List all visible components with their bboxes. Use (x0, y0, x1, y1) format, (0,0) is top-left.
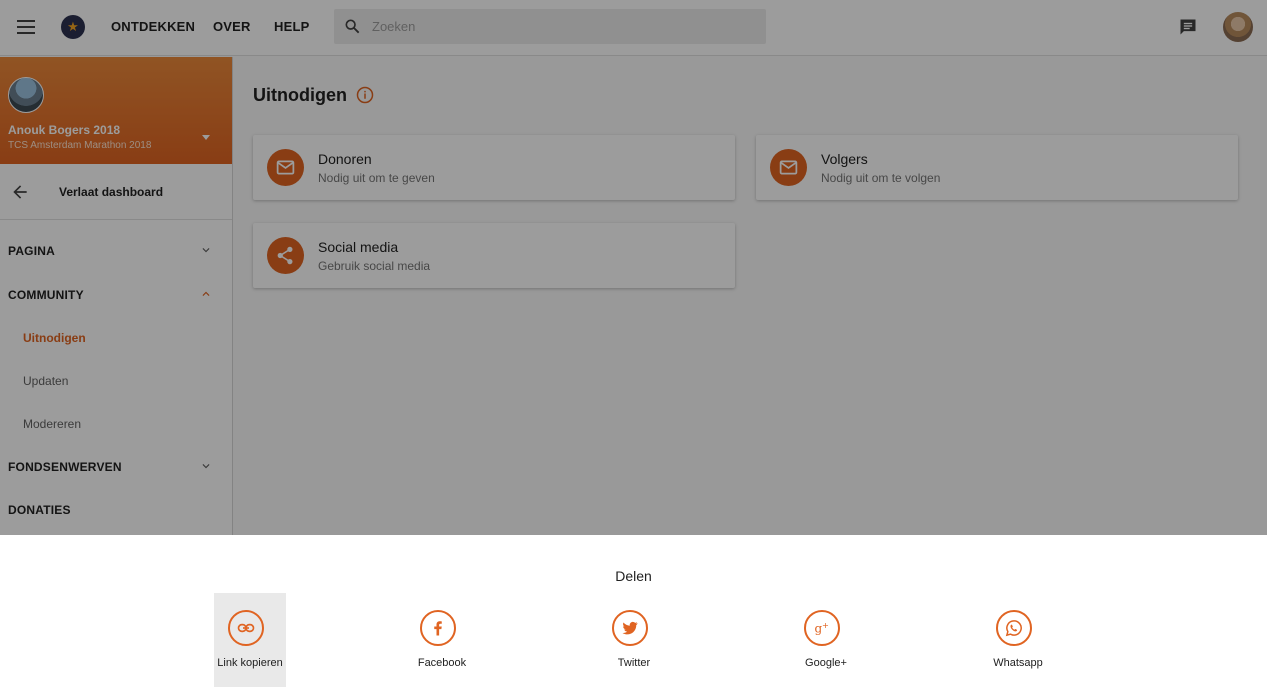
whatsapp-icon (996, 610, 1032, 646)
share-option-label: Facebook (417, 657, 467, 669)
share-facebook-button[interactable]: Facebook (406, 593, 478, 687)
share-sheet-title: Delen (615, 568, 652, 584)
share-bottom-sheet: Delen Link kopieren Facebook Twitter g + … (0, 535, 1267, 693)
share-option-label: Whatsapp (993, 657, 1043, 669)
twitter-icon (612, 610, 648, 646)
facebook-icon (420, 610, 456, 646)
share-option-label: Twitter (617, 657, 651, 669)
share-whatsapp-button[interactable]: Whatsapp (982, 593, 1054, 687)
link-icon (228, 610, 264, 646)
share-google-plus-button[interactable]: g + Google+ (790, 593, 862, 687)
svg-text:+: + (822, 620, 829, 630)
share-twitter-button[interactable]: Twitter (598, 593, 670, 687)
share-option-label: Google+ (805, 657, 847, 669)
google-plus-icon: g + (804, 610, 840, 646)
share-option-label: Link kopieren (217, 657, 283, 669)
modal-overlay[interactable] (0, 0, 1267, 535)
share-copy-link-button[interactable]: Link kopieren (214, 593, 286, 687)
